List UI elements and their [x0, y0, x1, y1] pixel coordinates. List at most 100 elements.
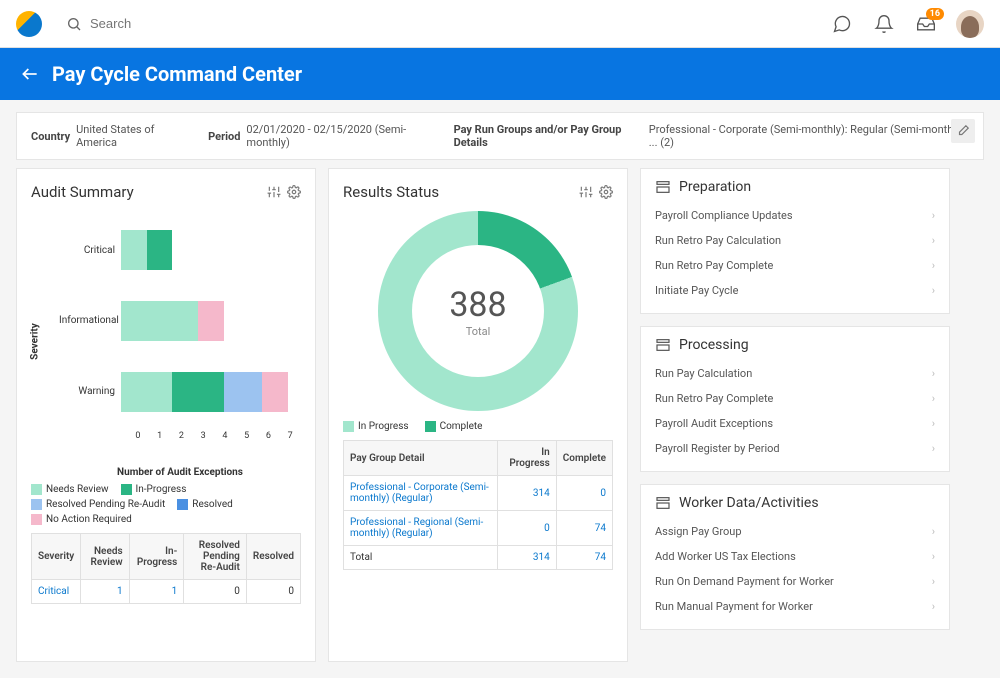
- processing-title: Processing: [679, 337, 749, 353]
- results-row0-group[interactable]: Professional - Corporate (Semi-monthly) …: [344, 476, 498, 511]
- top-bar-right: 16: [830, 10, 984, 38]
- audit-legend-inprog: In-Progress: [136, 484, 187, 495]
- audit-th-severity: Severity: [32, 534, 81, 580]
- link-initiate-pay-cycle[interactable]: Initiate Pay Cycle›: [655, 278, 935, 303]
- audit-cat-warning: Warning: [59, 386, 121, 397]
- audit-legend-resolved: Resolved: [192, 499, 232, 510]
- results-th-complete: Complete: [556, 441, 612, 476]
- search-wrap: [66, 16, 830, 32]
- filter-row: Country United States of America Period …: [16, 112, 984, 160]
- bell-icon[interactable]: [872, 12, 896, 36]
- results-row0-inprog[interactable]: 314: [497, 476, 556, 511]
- chat-icon[interactable]: [830, 12, 854, 36]
- results-row1-inprog[interactable]: 0: [497, 511, 556, 546]
- gear-icon[interactable]: [599, 185, 613, 199]
- table-row[interactable]: Critical 1 1 0 0: [32, 580, 301, 604]
- chevron-right-icon: ›: [932, 575, 935, 588]
- chevron-right-icon: ›: [932, 417, 935, 430]
- edit-filters-button[interactable]: [951, 119, 975, 143]
- link-payroll-compliance-updates[interactable]: Payroll Compliance Updates›: [655, 203, 935, 228]
- filter-payrun-label: Pay Run Groups and/or Pay Group Details: [454, 123, 643, 149]
- top-bar: 16: [0, 0, 1000, 48]
- audit-th-inprog: In-Progress: [129, 534, 184, 580]
- audit-bar-warning[interactable]: [121, 372, 301, 412]
- link-run-on-demand-payment[interactable]: Run On Demand Payment for Worker›: [655, 569, 935, 594]
- link-payroll-register-by-period[interactable]: Payroll Register by Period›: [655, 436, 935, 461]
- table-row: Total 314 74: [344, 546, 613, 570]
- worklet-icon: [655, 179, 671, 195]
- results-row-total-inprog[interactable]: 314: [497, 546, 556, 570]
- link-run-retro-pay-complete[interactable]: Run Retro Pay Complete›: [655, 253, 935, 278]
- chevron-right-icon: ›: [932, 234, 935, 247]
- results-row1-complete[interactable]: 74: [556, 511, 612, 546]
- audit-bar-informational[interactable]: [121, 301, 301, 341]
- results-status-title: Results Status: [343, 183, 439, 201]
- chevron-right-icon: ›: [932, 284, 935, 297]
- sliders-icon[interactable]: [267, 185, 281, 199]
- side-column: Preparation Payroll Compliance Updates› …: [640, 168, 950, 662]
- results-th-inprog: In Progress: [497, 441, 556, 476]
- chevron-right-icon: ›: [932, 259, 935, 272]
- results-legend-complete: Complete: [440, 421, 483, 432]
- table-row[interactable]: Professional - Regional (Semi-monthly) (…: [344, 511, 613, 546]
- preparation-title: Preparation: [679, 179, 751, 195]
- filter-payrun-value: Professional - Corporate (Semi-monthly):…: [649, 123, 969, 149]
- results-row-total-complete[interactable]: 74: [556, 546, 612, 570]
- audit-row-critical-needs[interactable]: 1: [81, 580, 129, 604]
- back-arrow-icon[interactable]: [20, 64, 40, 84]
- link-run-retro-pay-complete-2[interactable]: Run Retro Pay Complete›: [655, 386, 935, 411]
- link-run-pay-calculation[interactable]: Run Pay Calculation›: [655, 361, 935, 386]
- link-assign-pay-group[interactable]: Assign Pay Group›: [655, 519, 935, 544]
- audit-bar-critical[interactable]: [121, 230, 301, 270]
- audit-chart: Severity Critical Informational: [59, 211, 301, 461]
- audit-row-critical-inprog[interactable]: 1: [129, 580, 184, 604]
- chevron-right-icon: ›: [932, 525, 935, 538]
- results-row0-complete[interactable]: 0: [556, 476, 612, 511]
- chevron-right-icon: ›: [932, 442, 935, 455]
- results-legend-inprog: In Progress: [358, 421, 409, 432]
- audit-cat-critical: Critical: [59, 245, 121, 256]
- worklet-icon: [655, 495, 671, 511]
- audit-chart-ylabel: Severity: [30, 323, 41, 360]
- link-payroll-audit-exceptions[interactable]: Payroll Audit Exceptions›: [655, 411, 935, 436]
- chevron-right-icon: ›: [932, 392, 935, 405]
- audit-th-needs: Needs Review: [81, 534, 129, 580]
- results-total-number: 388: [449, 285, 506, 325]
- link-run-manual-payment[interactable]: Run Manual Payment for Worker›: [655, 594, 935, 619]
- audit-table: Severity Needs Review In-Progress Resolv…: [31, 533, 301, 604]
- results-th-group: Pay Group Detail: [344, 441, 498, 476]
- dashboard: Audit Summary Severity Critical Informat…: [0, 168, 1000, 678]
- filter-period-value: 02/01/2020 - 02/15/2020 (Semi-monthly): [246, 123, 434, 149]
- audit-cat-informational: Informational: [59, 315, 121, 326]
- results-legend: In Progress Complete: [343, 421, 613, 432]
- audit-legend: Needs Review In-Progress Resolved Pendin…: [31, 484, 301, 525]
- link-add-worker-us-tax-elections[interactable]: Add Worker US Tax Elections›: [655, 544, 935, 569]
- audit-th-resolved: Resolved: [246, 534, 300, 580]
- audit-summary-card: Audit Summary Severity Critical Informat…: [16, 168, 316, 662]
- worklet-icon: [655, 337, 671, 353]
- results-row-total-group: Total: [344, 546, 498, 570]
- results-row1-group[interactable]: Professional - Regional (Semi-monthly) (…: [344, 511, 498, 546]
- results-donut-center: 388 Total: [343, 211, 613, 411]
- processing-card: Processing Run Pay Calculation› Run Retr…: [640, 326, 950, 472]
- filter-period-label: Period: [208, 130, 240, 143]
- filter-country-label: Country: [31, 130, 70, 143]
- pencil-icon: [956, 124, 970, 138]
- gear-icon[interactable]: [287, 185, 301, 199]
- audit-row-critical-resolved: 0: [246, 580, 300, 604]
- sliders-icon[interactable]: [579, 185, 593, 199]
- workday-logo[interactable]: [16, 11, 42, 37]
- avatar[interactable]: [956, 10, 984, 38]
- worker-data-title: Worker Data/Activities: [679, 495, 819, 511]
- preparation-card: Preparation Payroll Compliance Updates› …: [640, 168, 950, 314]
- chevron-right-icon: ›: [932, 367, 935, 380]
- audit-legend-pending: Resolved Pending Re-Audit: [46, 499, 165, 510]
- inbox-icon[interactable]: 16: [914, 12, 938, 36]
- search-input[interactable]: [90, 16, 290, 31]
- audit-th-pending: Resolved Pending Re-Audit: [184, 534, 247, 580]
- chevron-right-icon: ›: [932, 209, 935, 222]
- link-run-retro-pay-calculation[interactable]: Run Retro Pay Calculation›: [655, 228, 935, 253]
- audit-row-critical-sev[interactable]: Critical: [32, 580, 81, 604]
- table-row[interactable]: Professional - Corporate (Semi-monthly) …: [344, 476, 613, 511]
- audit-row-critical-pending: 0: [184, 580, 247, 604]
